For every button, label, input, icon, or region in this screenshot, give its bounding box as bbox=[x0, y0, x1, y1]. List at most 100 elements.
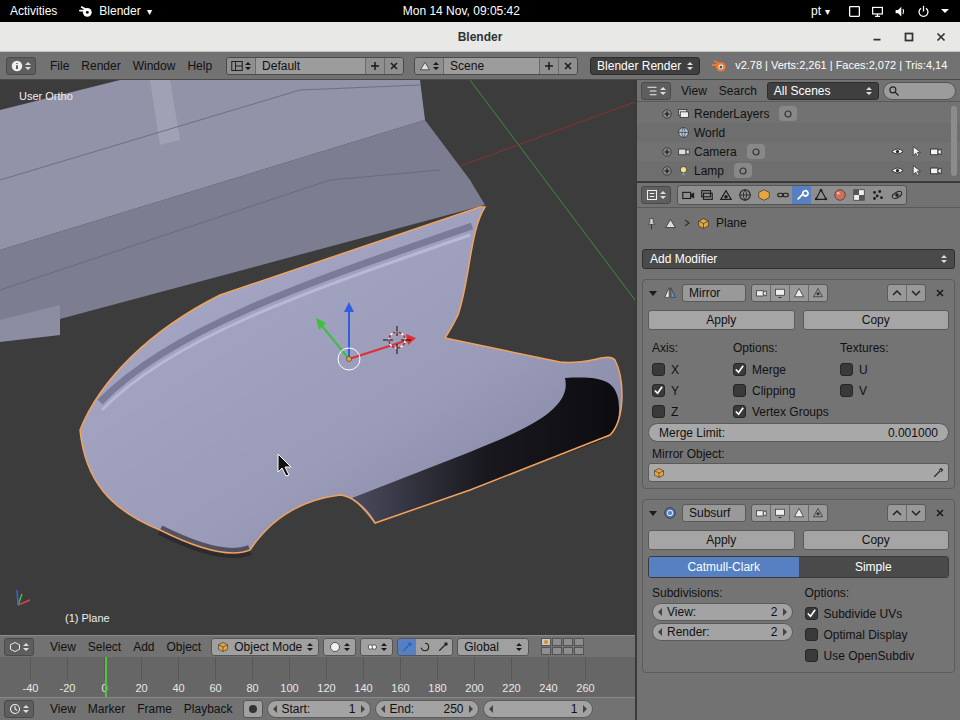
collapse-triangle-icon[interactable] bbox=[648, 288, 658, 298]
checkbox-row[interactable]: Clipping bbox=[733, 380, 840, 401]
copy-button[interactable]: Copy bbox=[803, 310, 950, 330]
editor-type-button[interactable] bbox=[641, 186, 671, 204]
outliner-label[interactable]: Lamp bbox=[694, 162, 724, 180]
outliner-row[interactable]: World bbox=[637, 123, 960, 142]
subdivision-level-field[interactable]: Render:2 bbox=[652, 623, 793, 641]
editor-type-button[interactable] bbox=[4, 700, 34, 718]
manipulator-toggles[interactable] bbox=[397, 638, 453, 656]
properties-tab[interactable] bbox=[754, 186, 773, 204]
outliner-scrollbar[interactable] bbox=[951, 106, 957, 176]
checkbox[interactable] bbox=[733, 384, 746, 397]
add-modifier-dropdown[interactable]: Add Modifier bbox=[642, 249, 955, 269]
menu-item[interactable]: Help bbox=[181, 57, 218, 75]
editor-type-button[interactable] bbox=[4, 638, 34, 656]
app-menu[interactable]: Blender▾ bbox=[79, 2, 151, 20]
outliner-row[interactable]: RenderLayers bbox=[637, 104, 960, 123]
editor-type-button[interactable] bbox=[641, 82, 671, 100]
renderable-camera-icon[interactable] bbox=[929, 164, 942, 177]
scene-field[interactable]: Scene bbox=[443, 58, 539, 74]
copy-button[interactable]: Copy bbox=[803, 530, 950, 550]
record-button[interactable] bbox=[243, 700, 263, 718]
current-frame-field[interactable]: 1 bbox=[483, 700, 593, 718]
outliner-label[interactable]: RenderLayers bbox=[694, 105, 769, 123]
menu-item[interactable]: View bbox=[44, 638, 82, 656]
manipulator-button[interactable] bbox=[398, 639, 416, 655]
clock[interactable]: Mon 14 Nov, 09:05:42 bbox=[403, 2, 520, 20]
selectable-cursor-icon[interactable] bbox=[910, 164, 923, 177]
layer-button[interactable] bbox=[574, 647, 584, 655]
menu-item[interactable]: View bbox=[675, 82, 713, 100]
properties-tab[interactable] bbox=[716, 186, 735, 204]
checkbox[interactable] bbox=[652, 384, 665, 397]
close-window-icon[interactable] bbox=[934, 30, 948, 44]
subdivision-type-tab[interactable]: Catmull-Clark bbox=[649, 557, 799, 577]
expand-icon[interactable] bbox=[662, 109, 672, 119]
menu-item[interactable]: View bbox=[44, 700, 82, 718]
move-buttons[interactable] bbox=[887, 504, 926, 522]
render-engine-dropdown[interactable]: Blender Render bbox=[590, 57, 700, 75]
modifier-display-toggles[interactable] bbox=[751, 504, 828, 522]
layer-grid[interactable] bbox=[541, 638, 584, 655]
subdivision-level-field[interactable]: View:2 bbox=[652, 603, 793, 621]
properties-tab[interactable] bbox=[678, 186, 697, 204]
move-buttons[interactable] bbox=[887, 284, 926, 302]
checkbox-row[interactable]: Subdivide UVs bbox=[805, 603, 946, 624]
checkbox[interactable] bbox=[805, 607, 818, 620]
layer-button[interactable] bbox=[541, 647, 551, 655]
menu-item[interactable]: Search bbox=[713, 82, 763, 100]
breadcrumb-object[interactable]: Plane bbox=[716, 214, 747, 232]
minimize-icon[interactable] bbox=[870, 30, 884, 44]
outliner-label[interactable]: Camera bbox=[694, 143, 737, 161]
display-filter-dropdown[interactable]: All Scenes bbox=[767, 82, 879, 100]
checkbox[interactable] bbox=[652, 363, 665, 376]
end-frame-field[interactable]: End:250 bbox=[375, 700, 479, 718]
checkbox-row[interactable]: U bbox=[840, 359, 945, 380]
expand-icon[interactable] bbox=[662, 147, 672, 157]
activities-button[interactable]: Activities bbox=[10, 2, 57, 20]
renderable-camera-icon[interactable] bbox=[929, 145, 942, 158]
scene-selector[interactable]: Scene bbox=[414, 57, 578, 75]
modifier-name-field[interactable]: Mirror bbox=[682, 284, 746, 302]
maximize-icon[interactable] bbox=[902, 30, 916, 44]
menu-item[interactable]: Render bbox=[75, 57, 126, 75]
layer-button[interactable] bbox=[552, 647, 562, 655]
checkbox-row[interactable]: Merge bbox=[733, 359, 840, 380]
checkbox-row[interactable]: Vertex Groups bbox=[733, 401, 840, 422]
visibility-eye-icon[interactable] bbox=[891, 164, 904, 177]
start-frame-field[interactable]: Start:1 bbox=[267, 700, 371, 718]
visibility-eye-icon[interactable] bbox=[891, 145, 904, 158]
search-field[interactable] bbox=[883, 82, 956, 100]
modifier-name-field[interactable]: Subsurf bbox=[682, 504, 746, 522]
properties-tab[interactable] bbox=[735, 186, 754, 204]
timeline[interactable]: -40-200204060801001201401601802002202402… bbox=[0, 657, 635, 697]
editor-type-button[interactable] bbox=[6, 57, 36, 75]
properties-tab[interactable] bbox=[849, 186, 868, 204]
menu-item[interactable]: Object bbox=[161, 638, 208, 656]
menu-item[interactable]: Marker bbox=[82, 700, 131, 718]
subdivision-type-tab[interactable]: Simple bbox=[799, 557, 949, 577]
pin-icon[interactable] bbox=[645, 217, 658, 230]
remove-modifier-button[interactable] bbox=[931, 287, 949, 299]
properties-tab[interactable] bbox=[868, 186, 887, 204]
frame-cursor[interactable] bbox=[105, 657, 107, 697]
layer-button[interactable] bbox=[574, 638, 584, 646]
remove-modifier-button[interactable] bbox=[931, 507, 949, 519]
manipulator-button[interactable] bbox=[416, 639, 434, 655]
properties-tab[interactable] bbox=[811, 186, 830, 204]
checkbox-row[interactable]: X bbox=[652, 359, 733, 380]
mode-dropdown[interactable]: Object Mode bbox=[211, 638, 319, 656]
modifier-display-toggles[interactable] bbox=[751, 284, 828, 302]
layer-button[interactable] bbox=[563, 647, 573, 655]
properties-tab[interactable] bbox=[792, 186, 811, 204]
3d-viewport[interactable]: User Ortho(1) Plane bbox=[0, 80, 635, 635]
menu-item[interactable]: File bbox=[44, 57, 75, 75]
checkbox[interactable] bbox=[805, 628, 818, 641]
pivot-dropdown[interactable] bbox=[360, 638, 393, 656]
eyedropper-icon[interactable] bbox=[932, 467, 944, 479]
properties-tab[interactable] bbox=[830, 186, 849, 204]
menu-item[interactable]: Select bbox=[82, 638, 127, 656]
checkbox[interactable] bbox=[805, 649, 818, 662]
layer-button[interactable] bbox=[563, 638, 573, 646]
apply-button[interactable]: Apply bbox=[648, 310, 795, 330]
menu-item[interactable]: Add bbox=[127, 638, 160, 656]
